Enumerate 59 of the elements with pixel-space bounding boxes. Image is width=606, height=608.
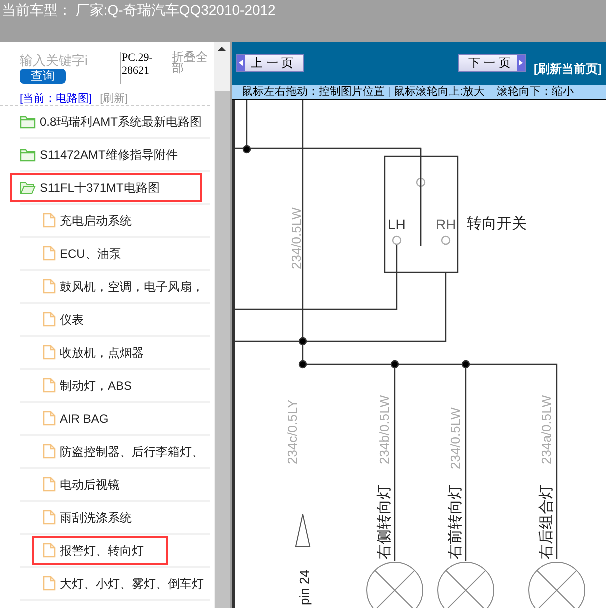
tree-page-item[interactable]: 电动后视镜 <box>20 476 120 494</box>
wire-label: 234/0.5LW <box>289 208 304 270</box>
lamp-icon <box>528 562 586 608</box>
tree-folder-item[interactable]: S11472AMT维修指导附件 <box>20 146 178 164</box>
vehicle-title: 当前车型： 厂家:Q-奇瑞汽车QQ32010-2012 <box>2 1 277 20</box>
document-icon <box>43 246 56 261</box>
tree-page-item[interactable]: 仪表 <box>20 310 84 328</box>
scroll-up-icon[interactable] <box>218 47 226 51</box>
tree-page-item[interactable]: 雨刮洗涤系统 <box>20 508 132 526</box>
document-icon <box>43 543 56 558</box>
switch-terminal-label: RH <box>436 216 456 232</box>
tree-page-item[interactable]: 报警灯、转向灯 <box>20 542 144 560</box>
tree-folder-item[interactable]: 0.8玛瑞利AMT系统最新电路图 <box>20 112 202 130</box>
lamp-icon <box>366 562 424 608</box>
tree-page-item[interactable]: 鼓风机，空调，电子风扇， <box>20 278 204 296</box>
keyword-field[interactable]: 输入关键字i <box>20 52 100 69</box>
document-icon <box>43 510 56 525</box>
document-icon <box>43 312 56 327</box>
folder-icon <box>20 114 36 128</box>
tree-page-item[interactable]: 充电启动系统 <box>20 212 132 230</box>
next-page-button[interactable]: 下 一 页 <box>458 54 526 72</box>
lamp-label: 右后组合灯 <box>538 484 555 560</box>
tree-page-item[interactable]: ECU、油泵 <box>20 244 122 262</box>
document-icon <box>43 345 56 360</box>
hint-text: 鼠标滚轮向上:放大 <box>394 84 486 100</box>
document-icon <box>43 279 56 294</box>
refresh-page-link[interactable]: [刷新当前页] <box>534 60 602 78</box>
document-icon <box>43 477 56 492</box>
lamp-label: 右侧转向灯 <box>376 484 393 560</box>
hint-text: 鼠标左右拖动：控制图片位置 <box>242 84 385 100</box>
document-icon <box>43 576 56 591</box>
tree-page-item[interactable]: 大灯、小灯、雾灯、倒车灯 <box>20 574 204 592</box>
tree-page-item[interactable]: 制动灯，ABS <box>20 376 132 394</box>
document-icon <box>43 378 56 393</box>
breadcrumb-text: [当前：电路图] <box>20 92 92 104</box>
previous-page-button[interactable]: 上 一 页 <box>236 54 304 72</box>
hint-text: 滚轮向下：缩小 <box>497 84 574 100</box>
open-folder-icon <box>20 180 36 194</box>
tree-folder-item[interactable]: S11FL十371MT电路图 <box>20 178 160 196</box>
pin-label: pin 24 <box>297 570 312 606</box>
switch-label: 转向开关 <box>467 216 527 232</box>
lamp-label: 右前转向灯 <box>447 484 464 560</box>
wire-label: 234a/0.5LW <box>539 395 554 464</box>
lamp-icon <box>438 562 494 608</box>
folder-icon <box>20 148 36 162</box>
search-button[interactable]: 查询 <box>20 69 66 84</box>
switch-terminal-label: LH <box>388 216 406 232</box>
tree-page-item[interactable]: 防盗控制器、后行李箱灯、 <box>20 442 204 460</box>
code-text: PC.29-28621 <box>122 52 154 78</box>
tree-page-item[interactable]: 收放机，点烟器 <box>20 344 144 362</box>
document-icon <box>43 213 56 228</box>
connector-pin-icon <box>295 514 311 547</box>
tree-page-item[interactable]: AIR BAG <box>20 410 109 428</box>
document-icon <box>43 444 56 459</box>
wire-label: 234b/0.5LW <box>377 395 392 464</box>
wire-label: 234/0.5LW <box>448 408 463 470</box>
wiring-diagram[interactable]: 234/0.5LW LH RH 转向开关 234c/0.5LY pin 24 234b/0.5LW 右侧转向灯 234/0.5LW 右前转向灯 234a/0.5LW 右后组合灯 <box>232 100 606 608</box>
document-icon <box>43 411 56 426</box>
wire-label: 234c/0.5LY <box>285 400 300 464</box>
